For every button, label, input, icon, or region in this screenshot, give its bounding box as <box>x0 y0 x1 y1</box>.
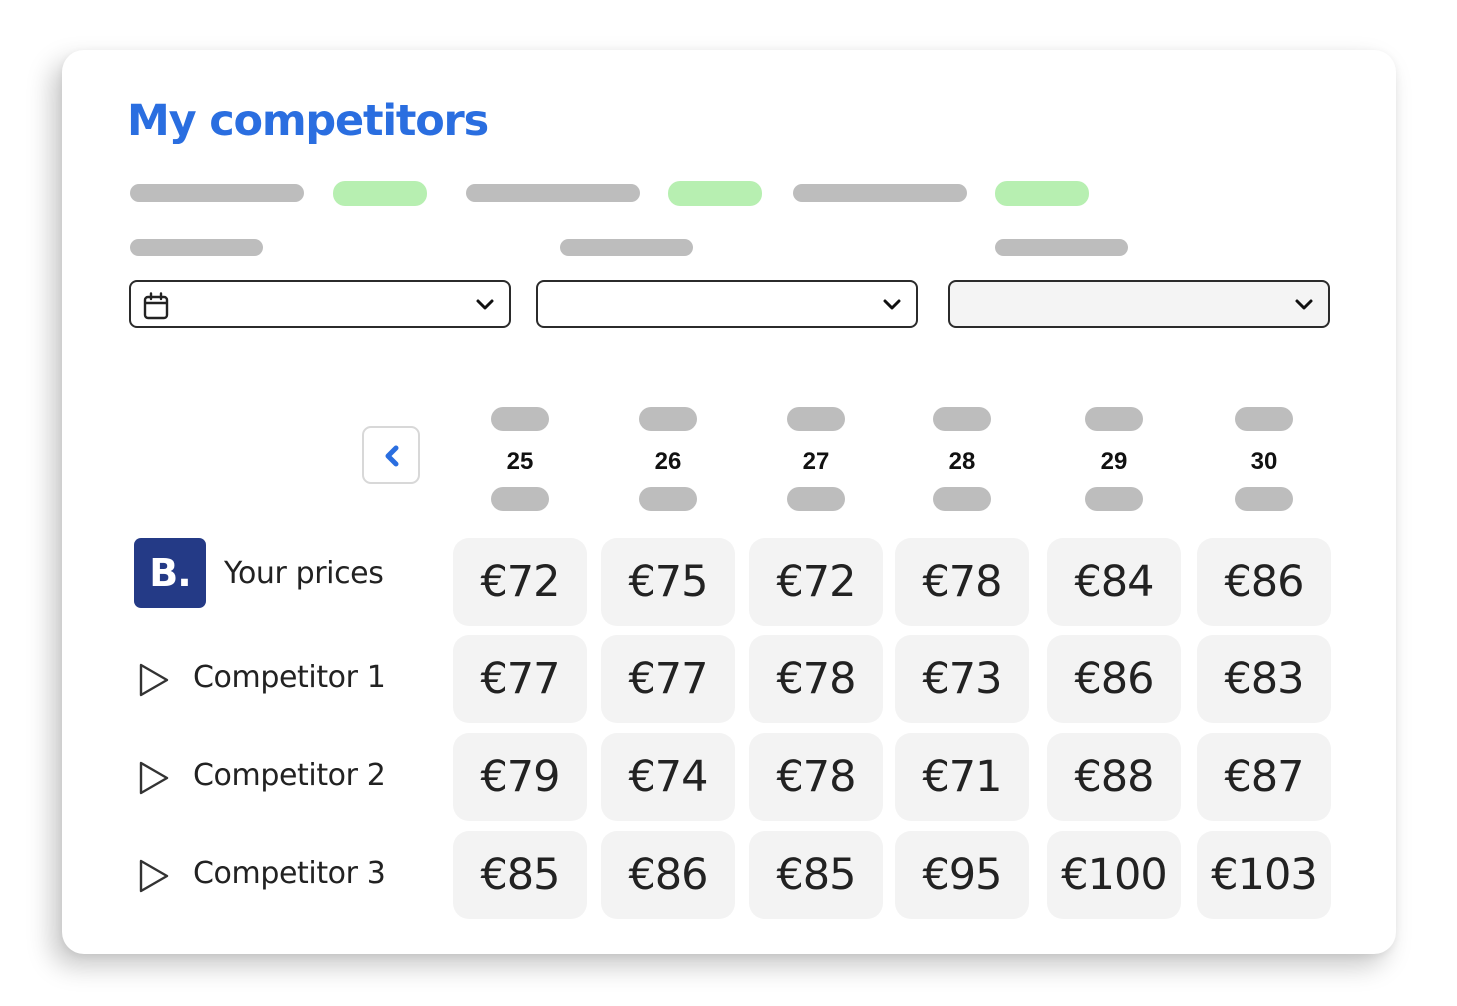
placeholder-badge <box>995 181 1089 206</box>
price-cell[interactable]: €74 <box>601 733 735 821</box>
price-cell[interactable]: €88 <box>1047 733 1181 821</box>
price-cell[interactable]: €72 <box>453 538 587 626</box>
price-cell[interactable]: €100 <box>1047 831 1181 919</box>
play-icon[interactable] <box>136 662 172 698</box>
price-cell[interactable]: €84 <box>1047 538 1181 626</box>
row-label-your-prices: Your prices <box>224 556 384 591</box>
price-cell[interactable]: €85 <box>453 831 587 919</box>
previous-dates-button[interactable] <box>362 426 420 484</box>
row-label-competitor-2: Competitor 2 <box>193 758 386 793</box>
day-number: 25 <box>506 448 534 475</box>
placeholder-badge <box>333 181 427 206</box>
price-cell[interactable]: €77 <box>601 635 735 723</box>
disabled-select[interactable] <box>948 280 1330 328</box>
placeholder-bar <box>466 184 640 202</box>
price-cell[interactable]: €86 <box>1047 635 1181 723</box>
price-cell[interactable]: €73 <box>895 635 1029 723</box>
placeholder-bar <box>793 184 967 202</box>
month-placeholder <box>787 487 845 511</box>
price-cell[interactable]: €87 <box>1197 733 1331 821</box>
day-number: 26 <box>654 448 682 475</box>
month-placeholder <box>639 487 697 511</box>
weekday-placeholder <box>787 407 845 431</box>
booking-logo: B. <box>134 538 206 608</box>
price-cell[interactable]: €78 <box>749 733 883 821</box>
chevron-down-icon <box>476 299 494 310</box>
placeholder-badge <box>668 181 762 206</box>
row-label-competitor-3: Competitor 3 <box>193 856 386 891</box>
price-cell[interactable]: €71 <box>895 733 1029 821</box>
chevron-left-icon <box>385 445 399 467</box>
competitors-card: My competitors 25 26 27 28 29 30 B. Your… <box>62 50 1396 954</box>
date-select[interactable] <box>129 280 511 328</box>
calendar-icon <box>143 292 169 320</box>
day-number: 27 <box>802 448 830 475</box>
weekday-placeholder <box>933 407 991 431</box>
field-label-placeholder <box>995 239 1128 256</box>
price-cell[interactable]: €78 <box>749 635 883 723</box>
price-cell[interactable]: €86 <box>1197 538 1331 626</box>
weekday-placeholder <box>1085 407 1143 431</box>
price-cell[interactable]: €85 <box>749 831 883 919</box>
weekday-placeholder <box>491 407 549 431</box>
price-cell[interactable]: €78 <box>895 538 1029 626</box>
price-cell[interactable]: €95 <box>895 831 1029 919</box>
field-label-placeholder <box>560 239 693 256</box>
row-label-competitor-1: Competitor 1 <box>193 660 386 695</box>
month-placeholder <box>491 487 549 511</box>
price-cell[interactable]: €72 <box>749 538 883 626</box>
weekday-placeholder <box>639 407 697 431</box>
weekday-placeholder <box>1235 407 1293 431</box>
page-title: My competitors <box>127 96 489 146</box>
price-cell[interactable]: €79 <box>453 733 587 821</box>
play-icon[interactable] <box>136 858 172 894</box>
day-number: 30 <box>1250 448 1278 475</box>
filter-select[interactable] <box>536 280 918 328</box>
month-placeholder <box>1085 487 1143 511</box>
price-cell[interactable]: €75 <box>601 538 735 626</box>
chevron-down-icon <box>1295 299 1313 310</box>
price-cell[interactable]: €86 <box>601 831 735 919</box>
price-cell[interactable]: €77 <box>453 635 587 723</box>
day-number: 28 <box>948 448 976 475</box>
placeholder-bar <box>130 184 304 202</box>
month-placeholder <box>933 487 991 511</box>
month-placeholder <box>1235 487 1293 511</box>
field-label-placeholder <box>130 239 263 256</box>
price-cell[interactable]: €83 <box>1197 635 1331 723</box>
chevron-down-icon <box>883 299 901 310</box>
play-icon[interactable] <box>136 760 172 796</box>
day-number: 29 <box>1100 448 1128 475</box>
price-cell[interactable]: €103 <box>1197 831 1331 919</box>
